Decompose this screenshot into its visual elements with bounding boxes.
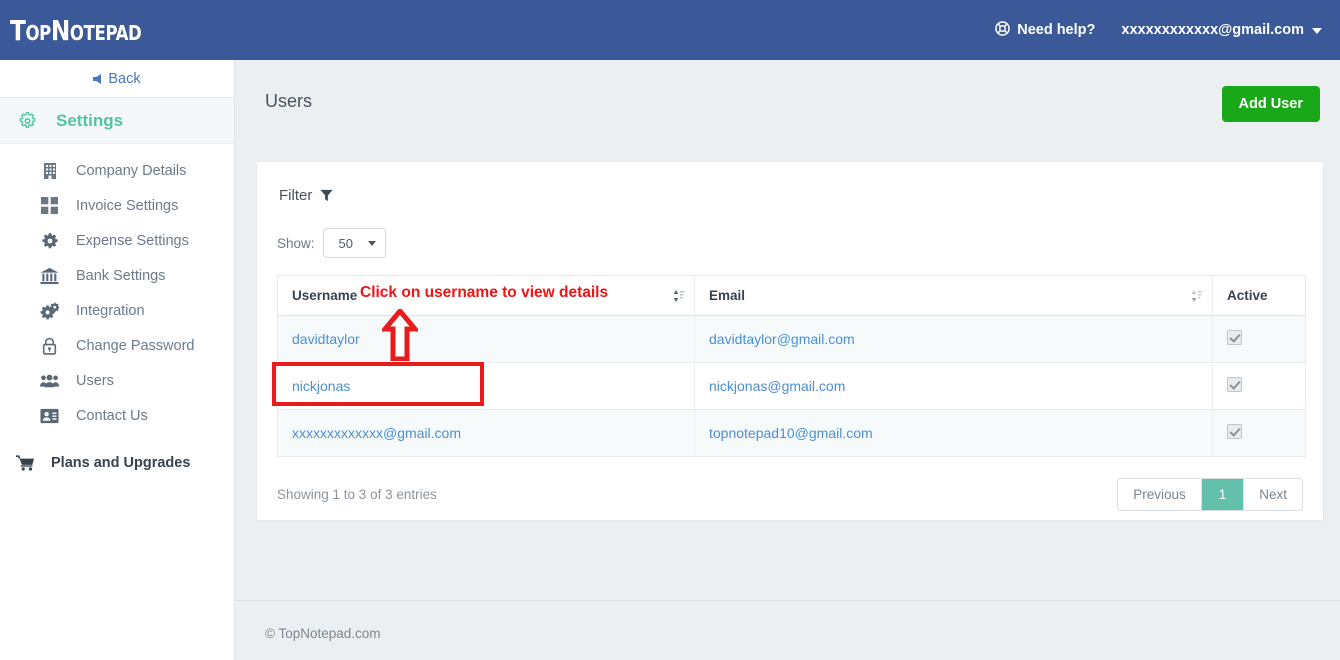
page-title: Users <box>265 91 312 112</box>
column-header-label: Username <box>292 288 357 303</box>
active-checkbox <box>1227 330 1242 345</box>
need-help-button[interactable]: Need help? <box>995 21 1095 40</box>
header-right-group: Need help? xxxxxxxxxxxx@gmail.com <box>995 21 1340 40</box>
column-header-label: Active <box>1227 288 1268 303</box>
cell-username: davidtaylor <box>278 316 695 363</box>
copyright-text: © TopNotepad.com <box>265 626 381 641</box>
bank-icon <box>40 266 59 285</box>
lifebuoy-icon <box>995 21 1010 40</box>
cell-active <box>1213 410 1306 457</box>
pagination-page-1[interactable]: 1 <box>1201 479 1244 510</box>
cell-active <box>1213 363 1306 410</box>
sidebar-item-label: Expense Settings <box>76 233 189 249</box>
shopping-cart-icon <box>16 453 35 472</box>
sidebar-item-label: Users <box>76 373 114 389</box>
username-link[interactable]: davidtaylor <box>292 331 360 347</box>
table-header-row: Username <box>278 276 1306 316</box>
column-header-email[interactable]: Email <box>695 276 1213 316</box>
column-header-username[interactable]: Username <box>278 276 695 316</box>
main-content: Users Add User Filter Show: 50 <box>236 60 1340 600</box>
account-email-label: xxxxxxxxxxxx@gmail.com <box>1121 22 1304 38</box>
sidebar-item-label: Contact Us <box>76 408 148 424</box>
funnel-icon <box>320 189 333 202</box>
users-table-body: davidtaylor davidtaylor@gmail.com nickjo… <box>278 316 1306 457</box>
lock-icon <box>40 336 59 355</box>
arrow-left-icon <box>93 74 101 84</box>
top-header-bar: TopNotepad Need help? xxxxxxxxxxxx@gmail… <box>0 0 1340 60</box>
show-entries-control: Show: 50 <box>257 204 1323 258</box>
users-table: Username <box>277 275 1306 457</box>
sidebar-item-label: Bank Settings <box>76 268 165 284</box>
sort-icon-email[interactable] <box>1191 289 1203 303</box>
sidebar-item-invoice-settings[interactable]: Invoice Settings <box>0 188 234 223</box>
filter-toggle[interactable]: Filter <box>257 162 347 204</box>
need-help-label: Need help? <box>1017 22 1095 38</box>
users-icon <box>40 371 59 390</box>
sidebar-item-label: Plans and Upgrades <box>51 455 190 471</box>
page-header: Users Add User <box>236 60 1340 145</box>
table-row: xxxxxxxxxxxxx@gmail.com topnotepad10@gma… <box>278 410 1306 457</box>
show-entries-value: 50 <box>324 236 353 251</box>
email-link[interactable]: topnotepad10@gmail.com <box>709 425 873 441</box>
sidebar-item-company-details[interactable]: Company Details <box>0 153 234 188</box>
cell-email: topnotepad10@gmail.com <box>695 410 1213 457</box>
sidebar-item-integration[interactable]: Integration <box>0 293 234 328</box>
contact-card-icon <box>40 406 59 425</box>
column-header-active: Active <box>1213 276 1306 316</box>
cell-email: davidtaylor@gmail.com <box>695 316 1213 363</box>
building-icon <box>40 161 59 180</box>
sidebar-item-label: Change Password <box>76 338 195 354</box>
cell-username: nickjonas <box>278 363 695 410</box>
table-row: nickjonas nickjonas@gmail.com <box>278 363 1306 410</box>
gear-icon <box>18 111 37 130</box>
filter-label: Filter <box>279 187 312 204</box>
show-entries-select[interactable]: 50 <box>323 228 386 258</box>
table-footer: Showing 1 to 3 of 3 entries Previous 1 N… <box>277 472 1303 517</box>
sidebar-item-users[interactable]: Users <box>0 363 234 398</box>
active-checkbox <box>1227 377 1242 392</box>
cell-active <box>1213 316 1306 363</box>
username-link[interactable]: nickjonas <box>292 378 350 394</box>
active-checkbox <box>1227 424 1242 439</box>
back-label: Back <box>108 71 140 87</box>
account-menu[interactable]: xxxxxxxxxxxx@gmail.com <box>1121 22 1322 38</box>
page-footer: © TopNotepad.com <box>236 600 1340 660</box>
email-link[interactable]: nickjonas@gmail.com <box>709 378 845 394</box>
showing-entries-text: Showing 1 to 3 of 3 entries <box>277 487 437 502</box>
sidebar-item-label: Invoice Settings <box>76 198 178 214</box>
sidebar-item-contact-us[interactable]: Contact Us <box>0 398 234 433</box>
pagination: Previous 1 Next <box>1117 478 1303 511</box>
username-link[interactable]: xxxxxxxxxxxxx@gmail.com <box>292 425 461 441</box>
sidebar-item-bank-settings[interactable]: Bank Settings <box>0 258 234 293</box>
sidebar-section-settings[interactable]: Settings <box>0 98 234 144</box>
sidebar-item-expense-settings[interactable]: Expense Settings <box>0 223 234 258</box>
column-header-label: Email <box>709 288 745 303</box>
add-user-button[interactable]: Add User <box>1222 86 1320 122</box>
pagination-next[interactable]: Next <box>1243 479 1302 510</box>
users-table-card: Filter Show: 50 <box>256 161 1324 521</box>
app-logo[interactable]: TopNotepad <box>10 14 141 47</box>
sidebar-nav-list: Company Details Invoice Settings <box>0 144 234 480</box>
sidebar-item-change-password[interactable]: Change Password <box>0 328 234 363</box>
sidebar-item-plans-and-upgrades[interactable]: Plans and Upgrades <box>0 445 234 480</box>
cell-email: nickjonas@gmail.com <box>695 363 1213 410</box>
sidebar-section-title: Settings <box>56 111 123 131</box>
chevron-down-icon <box>368 241 376 246</box>
email-link[interactable]: davidtaylor@gmail.com <box>709 331 855 347</box>
sidebar: Back Settings <box>0 60 235 660</box>
cog-icon <box>40 231 59 250</box>
sidebar-item-label: Integration <box>76 303 145 319</box>
sidebar-item-label: Company Details <box>76 163 186 179</box>
app-root: TopNotepad Need help? xxxxxxxxxxxx@gmail… <box>0 0 1340 660</box>
users-table-head: Username <box>278 276 1306 316</box>
pagination-previous[interactable]: Previous <box>1118 479 1201 510</box>
sort-icon-username[interactable] <box>673 289 685 303</box>
chevron-down-icon <box>1312 28 1322 34</box>
cogs-icon <box>40 301 59 320</box>
back-link[interactable]: Back <box>0 60 234 98</box>
table-row: davidtaylor davidtaylor@gmail.com <box>278 316 1306 363</box>
grid-squares-icon <box>40 196 59 215</box>
cell-username: xxxxxxxxxxxxx@gmail.com <box>278 410 695 457</box>
show-label: Show: <box>277 236 315 251</box>
